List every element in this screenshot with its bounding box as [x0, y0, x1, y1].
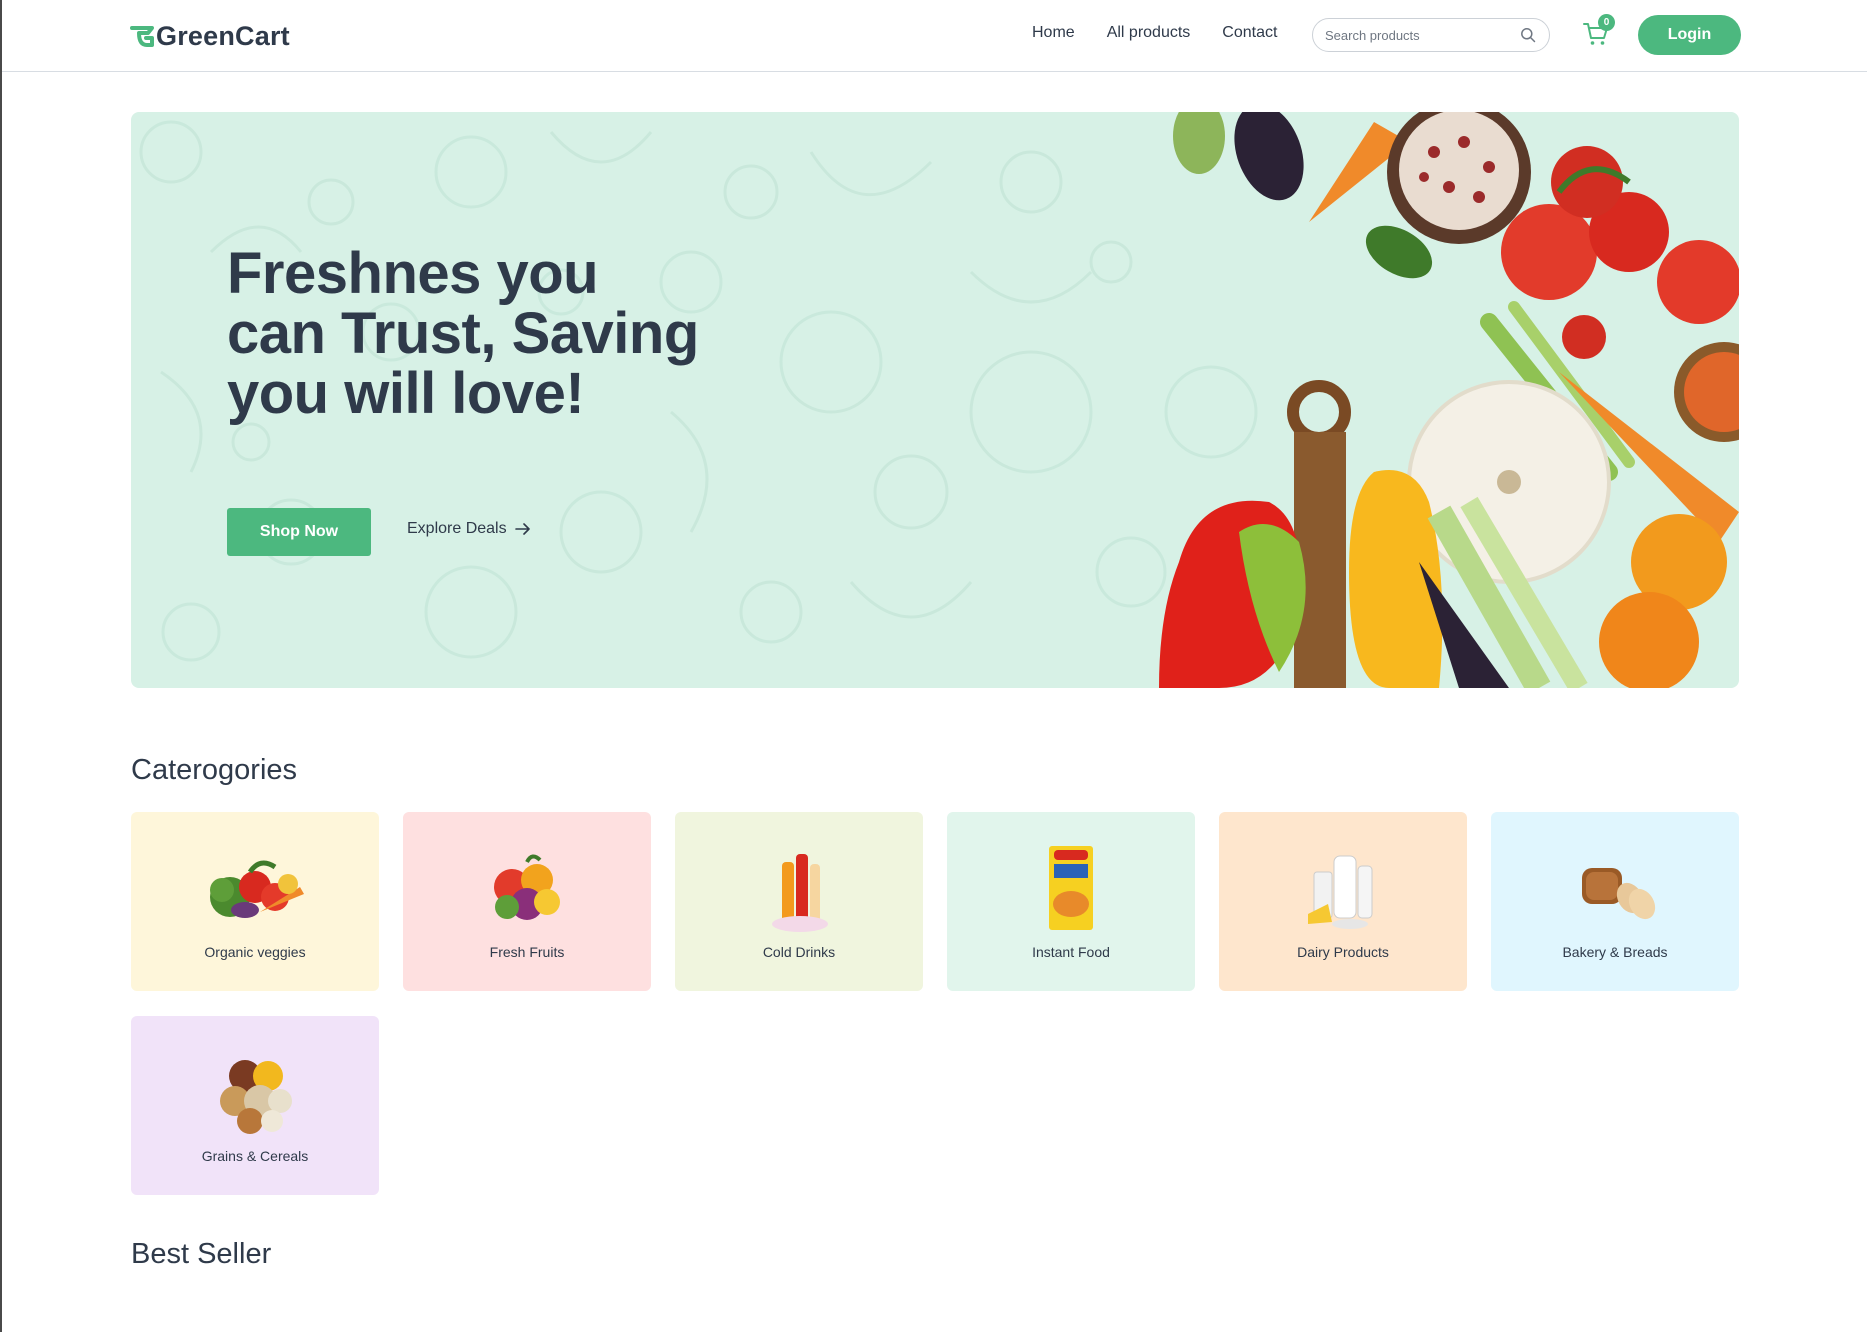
vegetables-image — [1159, 112, 1739, 688]
cart-count-badge: 0 — [1598, 14, 1615, 31]
hero-heading: Freshnes you can Trust, Saving you will … — [227, 241, 699, 426]
brand-leaf-icon — [130, 26, 154, 47]
category-card-cold-drinks[interactable]: Cold Drinks — [675, 812, 923, 991]
nav-all-products[interactable]: All products — [1107, 24, 1191, 42]
best-seller-title: Best Seller — [131, 1238, 272, 1270]
category-card-dairy-products[interactable]: Dairy Products — [1219, 812, 1467, 991]
hero-banner: Freshnes you can Trust, Saving you will … — [131, 112, 1739, 688]
search-icon[interactable] — [1519, 26, 1537, 44]
category-label: Instant Food — [1032, 944, 1110, 960]
brand-logo[interactable]: GreenCart — [130, 18, 290, 54]
category-card-instant-food[interactable]: Instant Food — [947, 812, 1195, 991]
category-card-fresh-fruits[interactable]: Fresh Fruits — [403, 812, 651, 991]
login-button[interactable]: Login — [1638, 15, 1741, 55]
cart-button[interactable]: 0 — [1582, 14, 1615, 50]
categories-title: Caterogories — [131, 754, 298, 786]
category-label: Fresh Fruits — [489, 944, 565, 960]
window-edge — [0, 0, 2, 1332]
shop-now-button[interactable]: Shop Now — [227, 508, 371, 556]
category-card-organic-veggies[interactable]: Organic veggies — [131, 812, 379, 991]
search-input[interactable] — [1325, 27, 1519, 43]
drinks-image — [772, 854, 828, 932]
category-label: Cold Drinks — [762, 944, 836, 960]
grains-image — [220, 1060, 292, 1134]
navbar: GreenCart Home All products Contact 0 Lo… — [2, 0, 1867, 72]
category-card-bakery-breads[interactable]: Bakery & Breads — [1491, 812, 1739, 991]
search-box — [1312, 18, 1550, 52]
category-label: Bakery & Breads — [1562, 944, 1668, 960]
category-card-grains-cereals[interactable]: Grains & Cereals — [131, 1016, 379, 1195]
bread-image — [1582, 868, 1656, 920]
category-label: Organic veggies — [204, 944, 306, 960]
brand-name: GreenCart — [156, 20, 290, 51]
nav-contact[interactable]: Contact — [1222, 24, 1277, 42]
explore-deals-link[interactable]: Explore Deals — [407, 520, 531, 538]
noodles-packet-image — [1049, 846, 1093, 930]
main-nav: Home All products Contact — [1032, 24, 1277, 42]
veggies-image — [210, 860, 304, 918]
category-label: Dairy Products — [1297, 944, 1389, 960]
nav-home[interactable]: Home — [1032, 24, 1075, 42]
category-label: Grains & Cereals — [201, 1148, 309, 1164]
dairy-image — [1308, 855, 1373, 929]
arrow-right-icon — [514, 523, 530, 535]
fruits-image — [494, 854, 560, 920]
explore-deals-label: Explore Deals — [407, 520, 507, 537]
